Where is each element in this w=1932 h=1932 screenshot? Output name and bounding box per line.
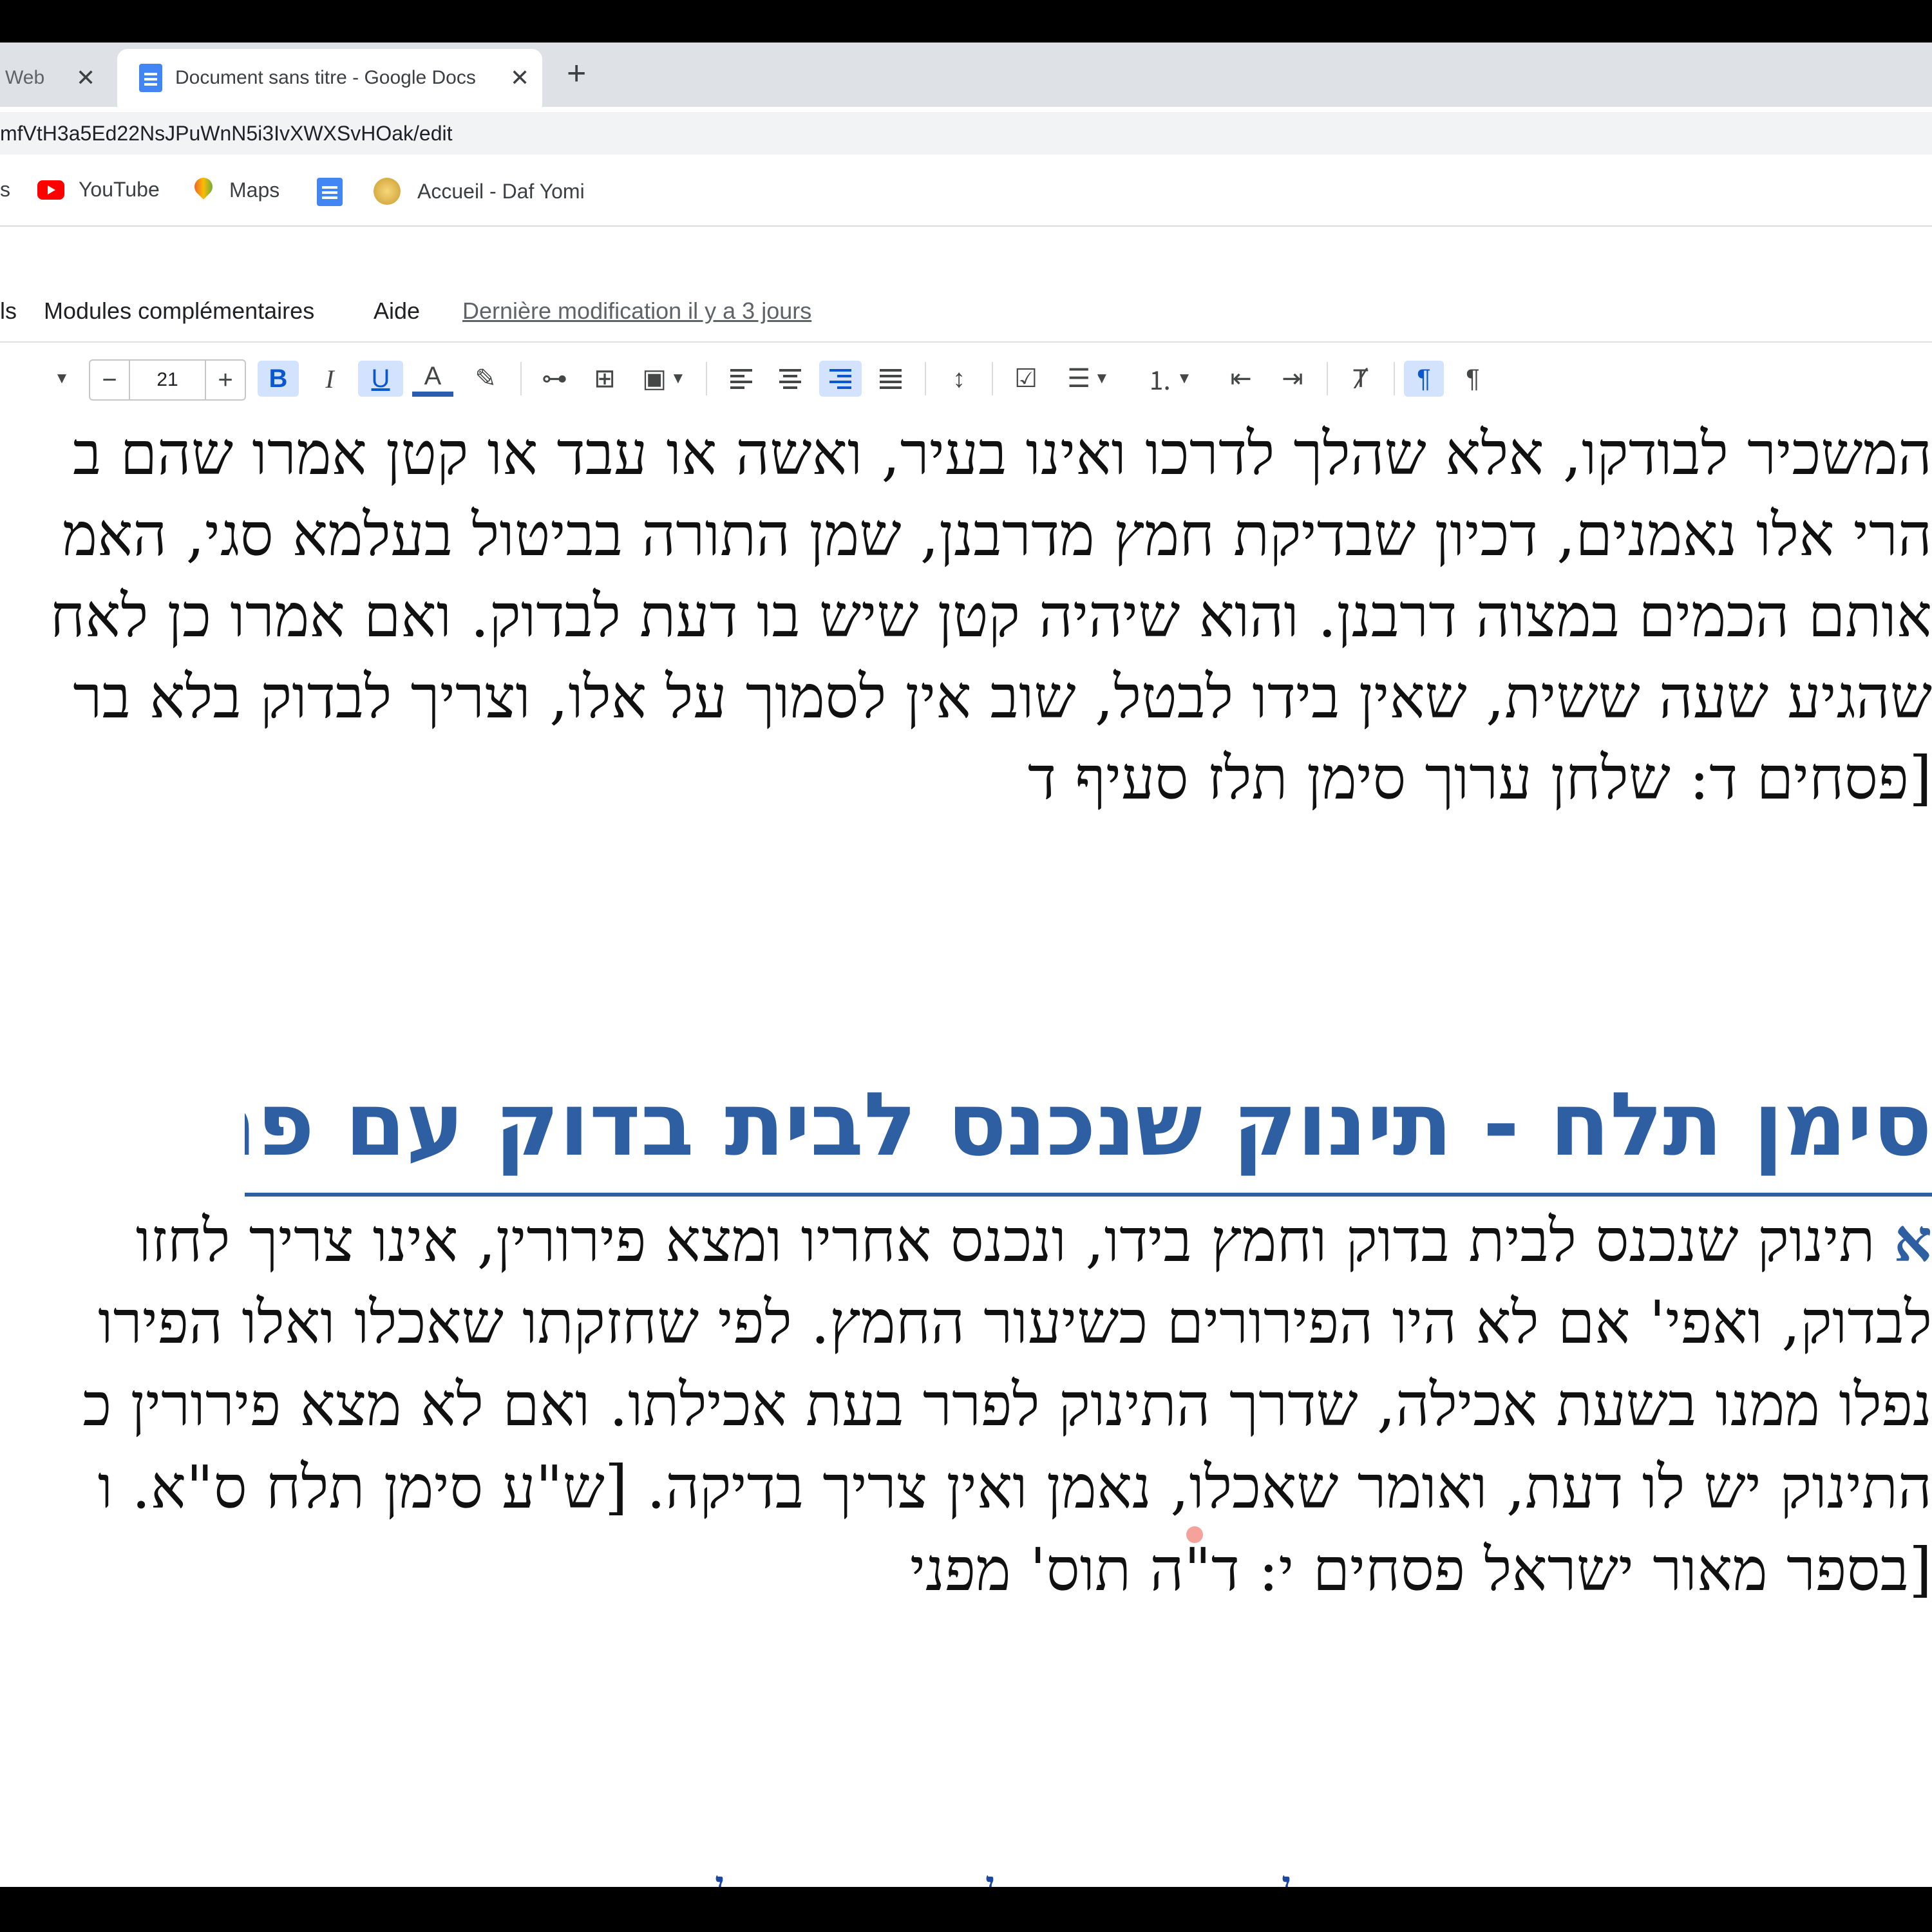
text-fragment: ן: [715, 1862, 725, 1887]
ltr-direction-icon[interactable]: ¶: [1404, 361, 1444, 397]
bookmark-label: YouTube: [79, 178, 160, 201]
bookmark-maps[interactable]: Maps: [194, 178, 279, 202]
align-center-icon[interactable]: [770, 361, 810, 397]
text-line: התינוק יש לו דעת, ואומר שאכלו, נאמן ואין…: [97, 1453, 1932, 1522]
text-line: [בספר מאור ישראל פסחים י: ד"ה תוס' מפני: [910, 1535, 1932, 1604]
text-line: א תינוק שנכנס לבית בדוק וחמץ בידו, ונכנס…: [82, 1199, 1932, 1282]
text-line: אותם הכמים במצוה דרבנן. והוא שיהיה קטן ש…: [50, 582, 1932, 650]
text-fragment: ן: [1282, 1862, 1292, 1887]
align-left-icon[interactable]: [721, 361, 761, 397]
docs-menu-bar: ls Modules complémentaires Aide Dernière…: [0, 227, 1932, 341]
highlight-icon[interactable]: ✎: [466, 361, 505, 397]
menu-addons[interactable]: Modules complémentaires: [44, 298, 314, 325]
toolbar-divider: [925, 362, 926, 395]
bookmark-label: Accueil - Daf Yomi: [417, 179, 585, 203]
text-line: נפלו ממנו בשעת אכילה, שדרך התינוק לפרר ב…: [82, 1370, 1932, 1439]
justify-icon[interactable]: [871, 361, 911, 397]
checklist-icon[interactable]: ☑: [1006, 361, 1046, 397]
text-color-button[interactable]: A: [412, 361, 453, 397]
text-line: לבדוק, ואפי' אם לא היו הפירורים כשיעור ה…: [98, 1288, 1932, 1357]
menu-tools[interactable]: ls: [0, 298, 17, 325]
close-icon[interactable]: ✕: [510, 64, 529, 91]
maps-icon: [194, 178, 213, 202]
bookmark-item[interactable]: s: [0, 178, 10, 202]
toolbar-divider: [1394, 362, 1395, 395]
tab-google-docs[interactable]: Document sans titre - Google Docs ✕: [117, 49, 542, 107]
bold-button[interactable]: B: [258, 361, 299, 397]
menu-help[interactable]: Aide: [374, 298, 420, 325]
link-icon[interactable]: ⊶: [535, 361, 574, 397]
bookmarks-bar: s YouTube Maps Accueil - Daf Yomi: [0, 161, 1932, 227]
bookmark-label: s: [0, 178, 10, 201]
url-text: mfVtH3a5Ed22NsJPuWnN5i3IvXWXSvHOak/edit: [0, 121, 453, 145]
section-heading: סימן תלח - תינוק שנכנס לבית בדוק עם פתו …: [245, 1064, 1932, 1197]
toolbar-divider: [992, 362, 993, 395]
bulleted-list-icon[interactable]: ☰ ▼: [1056, 361, 1121, 397]
font-size-decrease-button[interactable]: −: [90, 361, 129, 399]
text-line-content: תינוק שנכנס לבית בדוק וחמץ בידו, ונכנס א…: [135, 1206, 1875, 1275]
tab-title: Document sans titre - Google Docs: [175, 67, 476, 88]
comment-icon[interactable]: ⊞: [585, 361, 625, 397]
italic-button[interactable]: I: [310, 361, 349, 397]
toolbar-divider: [520, 362, 522, 395]
browser-tab-strip: Web ✕ Document sans titre - Google Docs …: [0, 43, 1932, 107]
font-size-input[interactable]: 21: [129, 361, 206, 399]
bookmark-youtube[interactable]: YouTube: [37, 178, 160, 202]
numbered-list-icon[interactable]: ⒈ ▼: [1137, 361, 1202, 397]
text-line: [פסחים ד: שלחן ערוך סימן תלז סעיף ד: [1027, 744, 1932, 813]
line-spacing-icon[interactable]: ↕: [939, 361, 979, 397]
font-size-increase-button[interactable]: +: [206, 361, 245, 399]
last-edit-link[interactable]: Dernière modification il y a 3 jours: [462, 298, 811, 325]
screen-bottom-border: [0, 1887, 1932, 1932]
increase-indent-icon[interactable]: ⇥: [1273, 361, 1312, 397]
tab-title: Web: [5, 67, 45, 88]
docs-icon: [317, 178, 343, 206]
font-size-stepper: − 21 +: [89, 359, 246, 401]
toolbar-divider: [1327, 362, 1328, 395]
text-line: המשכיר לבודקו, אלא שהלך לדרכו ואינו בעיר…: [73, 419, 1932, 488]
bookmark-label: Maps: [229, 178, 280, 202]
align-right-icon[interactable]: [819, 361, 862, 397]
text-fragment: ן: [985, 1862, 996, 1887]
rtl-direction-icon[interactable]: ¶: [1453, 361, 1493, 397]
url-field[interactable]: mfVtH3a5Ed22NsJPuWnN5i3IvXWXSvHOak/edit: [0, 112, 1932, 155]
close-icon[interactable]: ✕: [76, 64, 95, 91]
image-icon[interactable]: ▣ ▼: [635, 361, 693, 397]
screen-top-border: [0, 0, 1932, 43]
underline-button[interactable]: U: [358, 361, 403, 397]
decrease-indent-icon[interactable]: ⇤: [1221, 361, 1261, 397]
daf-yomi-icon: [374, 178, 401, 205]
font-dropdown-chevron-icon[interactable]: ▼: [49, 361, 75, 397]
new-tab-button[interactable]: +: [567, 54, 586, 93]
paragraph: א תינוק שנכנס לבית בדוק וחמץ בידו, ונכנס…: [82, 1199, 1932, 1611]
address-bar: mfVtH3a5Ed22NsJPuWnN5i3IvXWXSvHOak/edit: [0, 107, 1932, 161]
docs-icon: [139, 64, 162, 92]
bookmark-docs[interactable]: [317, 178, 343, 206]
tab-web[interactable]: Web ✕: [0, 49, 116, 107]
youtube-icon: [37, 180, 64, 200]
paragraph: המשכיר לבודקו, אלא שהלך לדרכו ואינו בעיר…: [50, 413, 1932, 819]
bookmark-daf-yomi[interactable]: Accueil - Daf Yomi: [374, 178, 585, 205]
docs-toolbar: ▼ − 21 + B I U A ✎ ⊶ ⊞ ▣ ▼ ↕ ☑ ☰ ▼ ⒈ ▼ ⇤ ⇥ …: [0, 341, 1932, 415]
cursor-indicator: [1186, 1526, 1203, 1543]
paragraph-number: א: [1893, 1206, 1932, 1275]
toolbar-divider: [706, 362, 707, 395]
text-line: שהגיע שעה ששית, שאין בידו לבטל, שוב אין …: [73, 663, 1932, 732]
clear-formatting-icon[interactable]: Ⱦ: [1341, 361, 1381, 397]
text-line: הרי אלו נאמנים, דכיון שבדיקת חמץ מדרבנן,…: [62, 500, 1932, 569]
document-canvas[interactable]: המשכיר לבודקו, אלא שהלך לדרכו ואינו בעיר…: [0, 413, 1932, 1887]
